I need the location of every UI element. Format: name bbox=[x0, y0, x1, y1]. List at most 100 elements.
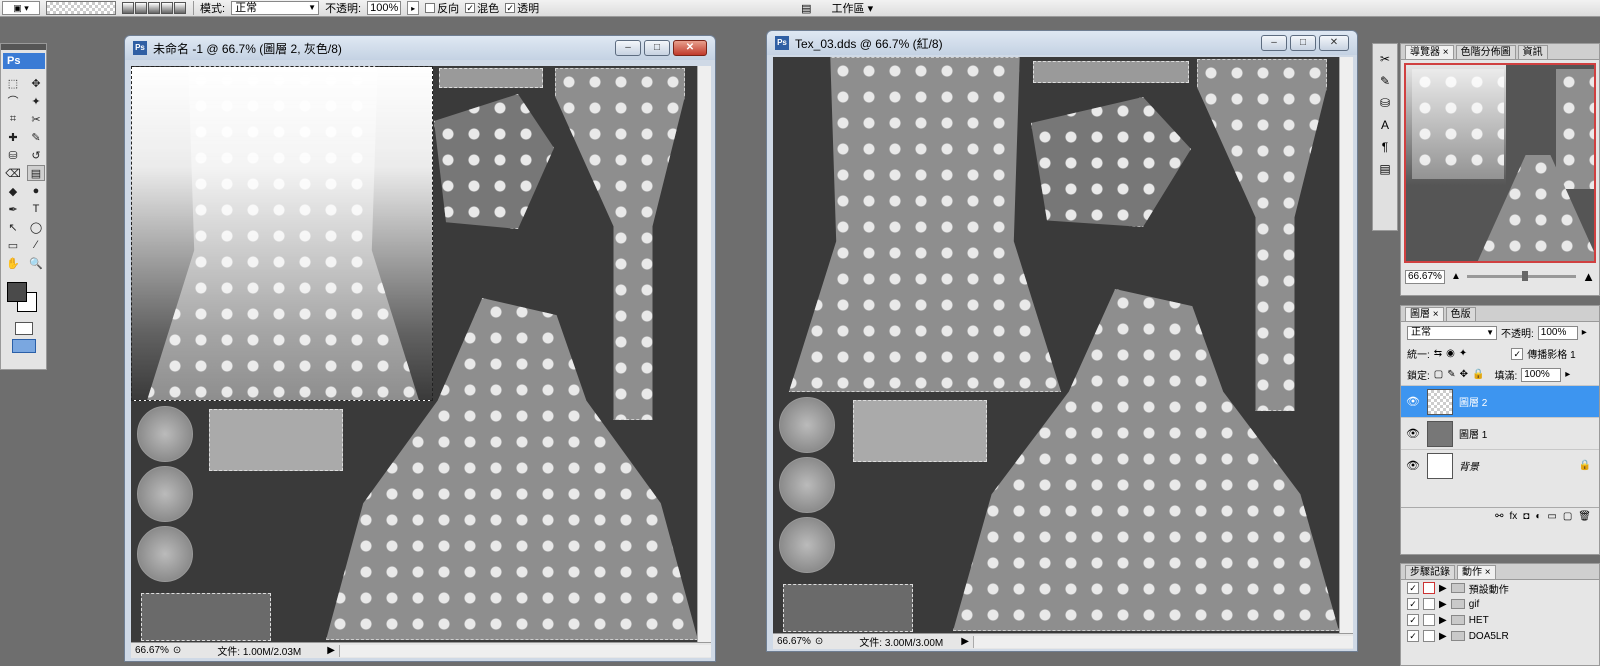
paragraph-icon[interactable]: ¶ bbox=[1382, 140, 1388, 154]
action-check[interactable]: ✓ bbox=[1407, 582, 1419, 594]
workspace-menu[interactable]: 工作區 ▾ bbox=[832, 0, 874, 16]
new-group-icon[interactable]: ▭ bbox=[1547, 511, 1556, 522]
layer-opacity-input[interactable]: 100% bbox=[1537, 325, 1578, 340]
navigator-thumbnail[interactable] bbox=[1404, 63, 1596, 263]
tools-preset-icon[interactable]: ✂ bbox=[1380, 52, 1390, 66]
eye-icon[interactable]: 👁 bbox=[1405, 459, 1421, 472]
zoom-icon[interactable]: 🔍 bbox=[27, 255, 45, 271]
expand-arrow-icon[interactable]: ▶ bbox=[1439, 631, 1447, 642]
layer-row-background[interactable]: 👁 背景 🔒 bbox=[1401, 449, 1599, 481]
navigator-zoom-input[interactable]: 66.67% bbox=[1405, 269, 1445, 284]
action-set-row[interactable]: ✓ ▶ HET bbox=[1401, 612, 1599, 628]
brush-icon[interactable]: ✎ bbox=[27, 129, 45, 145]
history-brush-icon[interactable]: ↺ bbox=[27, 147, 45, 163]
status-menu-arrow[interactable]: ▶ bbox=[327, 645, 335, 656]
tab-histogram[interactable]: 色階分佈圖 bbox=[1455, 45, 1516, 59]
lock-transparent-icon[interactable]: ▢ bbox=[1434, 369, 1443, 380]
dodge-icon[interactable]: ● bbox=[27, 183, 45, 199]
dither-checkbox[interactable]: ✓ 混色 bbox=[465, 0, 499, 16]
eye-icon[interactable]: 👁 bbox=[1405, 395, 1421, 408]
screen-mode-toggle[interactable] bbox=[1, 339, 46, 353]
notes-icon[interactable]: ▭ bbox=[4, 237, 22, 253]
tab-history[interactable]: 步驟記錄 bbox=[1405, 565, 1455, 579]
propagate-checkbox[interactable]: ✓ bbox=[1511, 347, 1524, 360]
add-mask-icon[interactable]: ◘ bbox=[1523, 511, 1529, 522]
eye-icon[interactable]: 👁 bbox=[1405, 427, 1421, 440]
radial-gradient-button[interactable] bbox=[135, 2, 147, 14]
lock-all-icon[interactable]: 🔒 bbox=[1472, 369, 1484, 380]
marquee-icon[interactable]: ⬚ bbox=[4, 75, 22, 91]
toolbox-grip[interactable] bbox=[1, 44, 46, 50]
path-select-icon[interactable]: ↖ bbox=[4, 219, 22, 235]
slice-icon[interactable]: ✂ bbox=[27, 111, 45, 127]
action-set-row[interactable]: ✓ ▶ gif bbox=[1401, 596, 1599, 612]
transparency-checkbox[interactable]: ✓ 透明 bbox=[505, 0, 539, 16]
stamp-icon[interactable]: ⛁ bbox=[4, 147, 22, 163]
layer-comps-icon[interactable]: ▤ bbox=[1379, 162, 1390, 176]
clone-source-icon[interactable]: ⛁ bbox=[1380, 96, 1390, 110]
link-layers-icon[interactable]: ⚯ bbox=[1495, 511, 1503, 522]
zoom-readout[interactable]: 66.67% bbox=[773, 636, 815, 647]
maximize-button[interactable]: □ bbox=[644, 40, 670, 56]
fill-input[interactable]: 100% bbox=[1521, 367, 1562, 382]
action-check[interactable]: ✓ bbox=[1407, 614, 1419, 626]
window-titlebar[interactable]: Ps 未命名 -1 @ 66.7% (圖層 2, 灰色/8) – □ ✕ bbox=[125, 36, 715, 60]
action-dialog-toggle-icon[interactable] bbox=[1423, 582, 1435, 594]
image-canvas[interactable] bbox=[773, 57, 1339, 633]
character-icon[interactable]: A bbox=[1381, 118, 1389, 132]
crop-icon[interactable]: ⌗ bbox=[4, 111, 22, 127]
close-button[interactable]: ✕ bbox=[1319, 35, 1349, 51]
gradient-picker[interactable] bbox=[46, 1, 116, 15]
unify-style-icon[interactable]: ✦ bbox=[1459, 348, 1467, 359]
zoom-readout[interactable]: 66.67% bbox=[131, 645, 173, 656]
reflected-gradient-button[interactable] bbox=[161, 2, 173, 14]
tab-channels[interactable]: 色版 bbox=[1445, 307, 1476, 321]
adjustment-layer-icon[interactable]: ◐ bbox=[1535, 511, 1541, 522]
eyedropper-icon[interactable]: ⁄ bbox=[27, 237, 45, 253]
minimize-button[interactable]: – bbox=[1261, 35, 1287, 51]
minimize-button[interactable]: – bbox=[615, 40, 641, 56]
opacity-arrow-icon[interactable]: ▸ bbox=[1582, 327, 1587, 338]
expand-arrow-icon[interactable]: ▶ bbox=[1439, 599, 1447, 610]
quick-mask-toggle[interactable] bbox=[1, 322, 46, 335]
unify-visibility-icon[interactable]: ◉ bbox=[1446, 348, 1455, 359]
lock-image-icon[interactable]: ✎ bbox=[1447, 369, 1455, 380]
move-icon[interactable]: ✥ bbox=[27, 75, 45, 91]
tab-actions[interactable]: 動作 × bbox=[1457, 565, 1496, 579]
type-icon[interactable]: T bbox=[27, 201, 45, 217]
zoom-in-icon[interactable]: ▲ bbox=[1582, 269, 1595, 284]
action-check[interactable]: ✓ bbox=[1407, 598, 1419, 610]
delete-layer-icon[interactable]: 🗑 bbox=[1578, 511, 1591, 522]
horizontal-scrollbar[interactable] bbox=[338, 644, 711, 657]
status-menu-arrow[interactable]: ▶ bbox=[961, 636, 969, 647]
healing-icon[interactable]: ✚ bbox=[4, 129, 22, 145]
vertical-scrollbar[interactable] bbox=[1339, 57, 1353, 633]
close-button[interactable]: ✕ bbox=[673, 40, 707, 56]
horizontal-scrollbar[interactable] bbox=[972, 635, 1353, 648]
action-set-row[interactable]: ✓ ▶ DOA5LR bbox=[1401, 628, 1599, 644]
window-titlebar[interactable]: Ps Tex_03.dds @ 66.7% (紅/8) – □ ✕ bbox=[767, 31, 1357, 55]
new-layer-icon[interactable]: ▢ bbox=[1563, 511, 1572, 522]
blur-icon[interactable]: ◆ bbox=[4, 183, 22, 199]
tab-navigator[interactable]: 導覽器 × bbox=[1405, 45, 1454, 59]
zoom-slider[interactable] bbox=[1466, 271, 1577, 281]
lasso-icon[interactable]: ⌒ bbox=[4, 93, 22, 109]
mode-select[interactable]: 正常 bbox=[231, 1, 320, 15]
tab-layers[interactable]: 圖層 × bbox=[1405, 307, 1444, 321]
layer-row-layer-1[interactable]: 👁 圖層 1 bbox=[1401, 417, 1599, 449]
action-dialog-toggle-icon[interactable] bbox=[1423, 630, 1435, 642]
reverse-checkbox[interactable]: 反向 bbox=[425, 0, 459, 16]
vertical-scrollbar[interactable] bbox=[697, 66, 711, 642]
diamond-gradient-button[interactable] bbox=[174, 2, 186, 14]
tab-info[interactable]: 資訊 bbox=[1517, 45, 1548, 59]
expand-arrow-icon[interactable]: ▶ bbox=[1439, 615, 1447, 626]
linear-gradient-button[interactable] bbox=[122, 2, 134, 14]
workspace-icon[interactable]: ▤ bbox=[801, 2, 811, 15]
maximize-button[interactable]: □ bbox=[1290, 35, 1316, 51]
action-check[interactable]: ✓ bbox=[1407, 630, 1419, 642]
opacity-arrow-button[interactable]: ▸ bbox=[407, 1, 420, 15]
hand-icon[interactable]: ✋ bbox=[4, 255, 22, 271]
tool-preset-picker[interactable]: ▣ ▾ bbox=[2, 1, 40, 15]
blend-mode-select[interactable]: 正常 bbox=[1407, 325, 1497, 340]
layer-row-layer-2[interactable]: 👁 圖層 2 bbox=[1401, 385, 1599, 417]
